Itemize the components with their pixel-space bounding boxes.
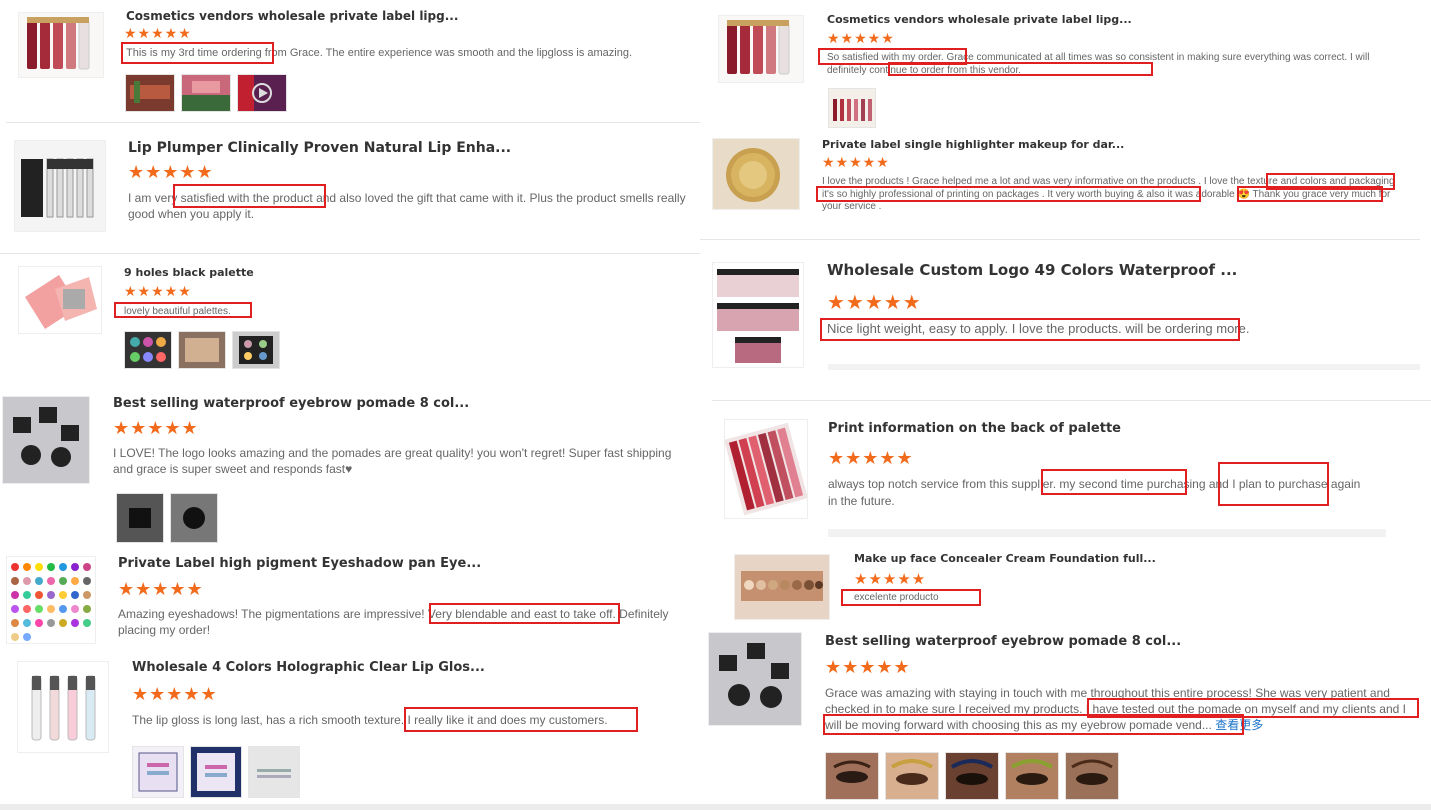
review-photos xyxy=(125,74,287,112)
right-screenshot-panel: Cosmetics vendors wholesale private labe… xyxy=(700,0,1431,810)
rating-stars: ★★★★★ xyxy=(827,31,895,47)
review-photo[interactable] xyxy=(1005,752,1059,800)
review-card: Cosmetics vendors wholesale private labe… xyxy=(0,0,700,122)
review-text: Nice light weight, easy to apply. I love… xyxy=(827,321,1250,336)
review-photo[interactable] xyxy=(132,746,184,798)
product-image-clear-lipgloss[interactable] xyxy=(17,661,109,753)
review-text: I am very satisfied with the product and… xyxy=(128,191,686,221)
review-photos xyxy=(116,493,218,543)
product-title[interactable]: Lip Plumper Clinically Proven Natural Li… xyxy=(128,140,511,156)
review-card: Private label single highlighter makeup … xyxy=(700,128,1431,228)
review-photo[interactable] xyxy=(828,88,876,128)
product-title[interactable]: Private Label high pigment Eyeshadow pan… xyxy=(118,556,481,571)
product-image-49-colors[interactable] xyxy=(712,262,804,368)
product-title[interactable]: Cosmetics vendors wholesale private labe… xyxy=(126,9,458,23)
review-card: Best selling waterproof eyebrow pomade 8… xyxy=(700,628,1431,808)
review-photo[interactable] xyxy=(248,746,300,798)
review-body: Grace was amazing with staying in touch … xyxy=(825,686,1406,732)
product-title[interactable]: 9 holes black palette xyxy=(124,266,254,279)
divider xyxy=(828,364,1420,370)
product-image-highlighter[interactable] xyxy=(712,138,800,210)
product-image-eyeshadow[interactable] xyxy=(6,556,96,644)
review-photo[interactable] xyxy=(945,752,999,800)
review-text: always top notch service from this suppl… xyxy=(828,477,1361,508)
rating-stars: ★★★★★ xyxy=(854,570,927,588)
rating-stars: ★★★★★ xyxy=(118,579,204,600)
review-video-thumb[interactable] xyxy=(237,74,287,112)
product-title[interactable]: Private label single highlighter makeup … xyxy=(822,138,1124,151)
review-card: Cosmetics vendors wholesale private labe… xyxy=(700,0,1431,128)
review-photo[interactable] xyxy=(116,493,164,543)
review-photo[interactable] xyxy=(825,752,879,800)
review-photo[interactable] xyxy=(1065,752,1119,800)
product-image-lip-plumper[interactable] xyxy=(14,140,106,232)
product-title[interactable]: Make up face Concealer Cream Foundation … xyxy=(854,552,1156,565)
review-text: I love the products ! Grace helped me a … xyxy=(822,176,1395,212)
rating-stars: ★★★★★ xyxy=(124,284,192,300)
rating-stars: ★★★★★ xyxy=(828,448,914,469)
divider xyxy=(700,239,1420,240)
review-text: excelente producto xyxy=(854,592,939,603)
product-title[interactable]: Wholesale 4 Colors Holographic Clear Lip… xyxy=(132,660,485,675)
review-card: 9 holes black palette ★★★★★ lovely beaut… xyxy=(0,256,700,382)
review-text: Grace was amazing with staying in touch … xyxy=(825,685,1417,733)
rating-stars: ★★★★★ xyxy=(825,657,911,678)
review-photo[interactable] xyxy=(181,74,231,112)
left-screenshot-panel: Cosmetics vendors wholesale private labe… xyxy=(0,0,700,810)
product-image-palette[interactable] xyxy=(18,266,102,334)
product-image-palette-print[interactable] xyxy=(724,419,808,519)
review-photo[interactable] xyxy=(170,493,218,543)
product-title[interactable]: Best selling waterproof eyebrow pomade 8… xyxy=(825,634,1181,649)
product-image-lipgloss[interactable] xyxy=(718,15,804,83)
rating-stars: ★★★★★ xyxy=(827,290,922,314)
review-photo[interactable] xyxy=(885,752,939,800)
product-image-pomade[interactable] xyxy=(2,396,90,484)
review-photo[interactable] xyxy=(178,331,226,369)
divider xyxy=(0,253,700,254)
review-photos xyxy=(124,331,280,369)
rating-stars: ★★★★★ xyxy=(128,162,214,183)
product-title[interactable]: Best selling waterproof eyebrow pomade 8… xyxy=(113,396,469,411)
divider xyxy=(828,529,1386,537)
review-photos xyxy=(825,752,1119,800)
divider xyxy=(712,400,1431,401)
product-image-concealer[interactable] xyxy=(734,554,830,620)
review-text: The lip gloss is long last, has a rich s… xyxy=(132,713,608,727)
see-more-link[interactable]: 查看更多 xyxy=(1215,718,1263,732)
product-image-pomade[interactable] xyxy=(708,632,802,726)
review-photo[interactable] xyxy=(232,331,280,369)
rating-stars: ★★★★★ xyxy=(113,418,199,439)
review-text: Amazing eyeshadows! The pigmentations ar… xyxy=(118,607,669,637)
review-text: This is my 3rd time ordering from Grace.… xyxy=(126,47,633,59)
review-card: Wholesale Custom Logo 49 Colors Waterpro… xyxy=(700,248,1431,378)
rating-stars: ★★★★★ xyxy=(124,26,192,42)
review-card: Make up face Concealer Cream Foundation … xyxy=(700,548,1431,628)
review-photo[interactable] xyxy=(124,331,172,369)
review-text: lovely beautiful palettes. xyxy=(124,306,231,317)
review-text: I LOVE! The logo looks amazing and the p… xyxy=(113,446,672,476)
review-photo[interactable] xyxy=(125,74,175,112)
rating-stars: ★★★★★ xyxy=(822,155,890,171)
review-card: Private Label high pigment Eyeshadow pan… xyxy=(0,550,700,650)
review-photo[interactable] xyxy=(190,746,242,798)
review-photos xyxy=(132,746,300,798)
product-image-lipgloss[interactable] xyxy=(18,12,104,78)
product-title[interactable]: Wholesale Custom Logo 49 Colors Waterpro… xyxy=(827,261,1237,279)
divider xyxy=(6,122,700,123)
review-photos xyxy=(828,88,876,128)
rating-stars: ★★★★★ xyxy=(132,684,218,705)
bottom-strip xyxy=(0,804,1431,810)
product-title[interactable]: Cosmetics vendors wholesale private labe… xyxy=(827,13,1132,26)
review-card: Wholesale 4 Colors Holographic Clear Lip… xyxy=(0,652,700,804)
review-card: Best selling waterproof eyebrow pomade 8… xyxy=(0,390,700,550)
review-card: Print information on the back of palette… xyxy=(700,405,1431,543)
review-card: Lip Plumper Clinically Proven Natural Li… xyxy=(0,128,700,248)
review-text: So satisfied with my order. Grace commun… xyxy=(827,52,1370,76)
product-title[interactable]: Print information on the back of palette xyxy=(828,421,1121,436)
